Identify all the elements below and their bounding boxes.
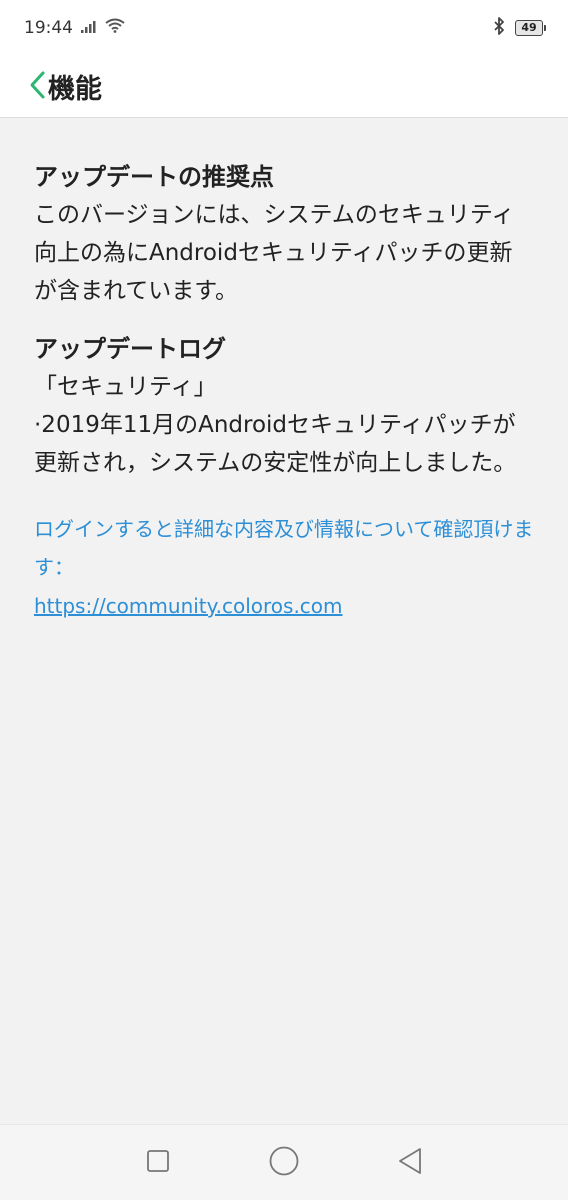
app-bar: 機能 [0, 56, 568, 118]
signal-icon [81, 18, 97, 38]
nav-back-button[interactable] [390, 1143, 430, 1183]
login-info-text: ログインすると詳細な内容及び情報について確認頂けます： [34, 517, 534, 579]
page-title: 機能 [48, 74, 102, 105]
home-button[interactable] [264, 1143, 304, 1183]
status-time: 19:44 [24, 18, 73, 38]
recommend-title: アップデートの推奨点 [34, 163, 274, 191]
recent-apps-button[interactable] [138, 1143, 178, 1183]
status-bar: 19:44 49 [0, 0, 568, 56]
recommend-body: このバージョンには、システムのセキュリティ向上の為にAndroidセキュリティパ… [34, 202, 515, 304]
back-icon [397, 1147, 423, 1179]
update-details: アップデートの推奨点 このバージョンには、システムのセキュリティ向上の為にAnd… [0, 118, 568, 1124]
log-title: アップデートログ [34, 335, 226, 363]
home-icon [268, 1145, 300, 1181]
recent-apps-icon [146, 1149, 170, 1177]
back-button[interactable] [0, 56, 46, 118]
chevron-left-icon [28, 70, 46, 104]
navigation-bar [0, 1124, 568, 1200]
log-category: 「セキュリティ」 [34, 374, 217, 400]
bluetooth-icon [493, 16, 505, 40]
battery-level: 49 [515, 20, 543, 36]
wifi-icon [105, 18, 125, 38]
battery-icon: 49 [515, 20, 546, 36]
community-link[interactable]: https://community.coloros.com [34, 586, 534, 626]
log-entry: ·2019年11月のAndroidセキュリティパッチが更新され，システムの安定性… [34, 412, 517, 476]
